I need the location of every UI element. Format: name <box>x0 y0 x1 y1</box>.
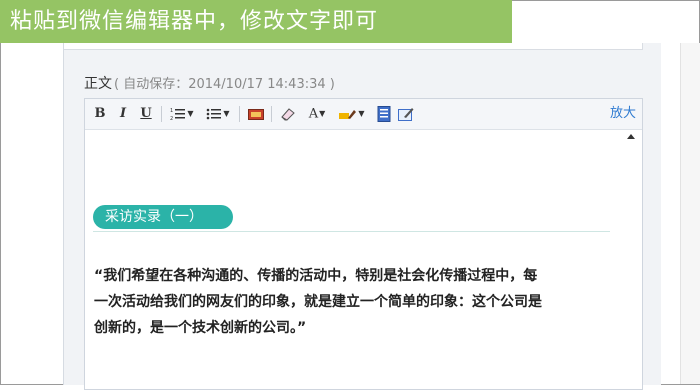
editor-toolbar: B I U 1 2 ▼ ▼ A▼ ▼ 放大 <box>85 99 642 130</box>
bullet-list-icon <box>207 108 222 120</box>
toolbar-separator <box>161 106 162 122</box>
rich-text-editor: B I U 1 2 ▼ ▼ A▼ ▼ 放大 采访实录（一） “我们希望在各种沟通… <box>84 98 643 390</box>
font-color-button[interactable]: A▼ <box>303 105 331 123</box>
insert-image-button[interactable] <box>247 105 265 123</box>
panel-top-edge <box>64 43 643 50</box>
editor-content[interactable]: 采访实录（一） “我们希望在各种沟通的、传播的活动中，特别是社会化传播过程中，每… <box>85 130 622 389</box>
eraser-icon <box>281 107 295 121</box>
editor-panel: 正文( 自动保存：2014/10/17 14:43:34 ) B I U 1 2… <box>63 43 661 390</box>
document-icon <box>377 105 391 122</box>
bold-button[interactable]: B <box>93 105 107 123</box>
body-label-text: 正文 <box>84 76 112 92</box>
toolbar-separator <box>239 106 240 122</box>
bullet-list-button[interactable]: ▼ <box>203 105 233 123</box>
quote-line: 一次活动给我们的网友们的印象，就是建立一个简单的印象：这个公司是 <box>94 294 542 310</box>
image-icon <box>248 108 264 120</box>
autosave-status: ( 自动保存：2014/10/17 14:43:34 ) <box>114 77 335 92</box>
body-label: 正文( 自动保存：2014/10/17 14:43:34 ) <box>84 73 335 93</box>
chevron-down-icon: ▼ <box>319 109 326 118</box>
instruction-banner: 粘贴到微信编辑器中，修改文字即可 <box>0 0 512 43</box>
picture-edit-icon <box>398 107 414 121</box>
document-button[interactable] <box>375 105 393 123</box>
editor-scrollbar[interactable] <box>622 130 642 389</box>
zoom-link[interactable]: 放大 <box>610 105 636 123</box>
font-color-label: A <box>308 106 319 122</box>
highlight-color-button[interactable]: ▼ <box>337 105 367 123</box>
toolbar-separator <box>271 106 272 122</box>
chevron-down-icon: ▼ <box>223 109 230 118</box>
edit-image-button[interactable] <box>397 105 415 123</box>
chevron-down-icon: ▼ <box>187 109 194 118</box>
quote-paragraph: “我们希望在各种沟通的、传播的活动中，特别是社会化传播过程中，每 一次活动给我们… <box>94 263 614 341</box>
highlight-icon <box>339 110 357 119</box>
svg-text:1: 1 <box>170 108 173 114</box>
underline-button[interactable]: U <box>139 105 153 123</box>
ordered-list-button[interactable]: 1 2 ▼ <box>167 105 197 123</box>
svg-text:2: 2 <box>170 116 173 121</box>
chevron-down-icon: ▼ <box>358 109 365 118</box>
ordered-list-icon: 1 2 <box>170 108 186 122</box>
quote-line: “我们希望在各种沟通的、传播的活动中，特别是社会化传播过程中，每 <box>94 268 538 284</box>
scroll-up-arrow-icon[interactable] <box>627 134 635 139</box>
quote-line: 创新的，是一个技术创新的公司。” <box>94 320 307 336</box>
section-divider <box>93 231 610 232</box>
eraser-button[interactable] <box>279 105 297 123</box>
page-scrollbar[interactable] <box>680 43 700 384</box>
section-title-pill: 采访实录（一） <box>93 205 233 229</box>
italic-button[interactable]: I <box>117 105 129 123</box>
